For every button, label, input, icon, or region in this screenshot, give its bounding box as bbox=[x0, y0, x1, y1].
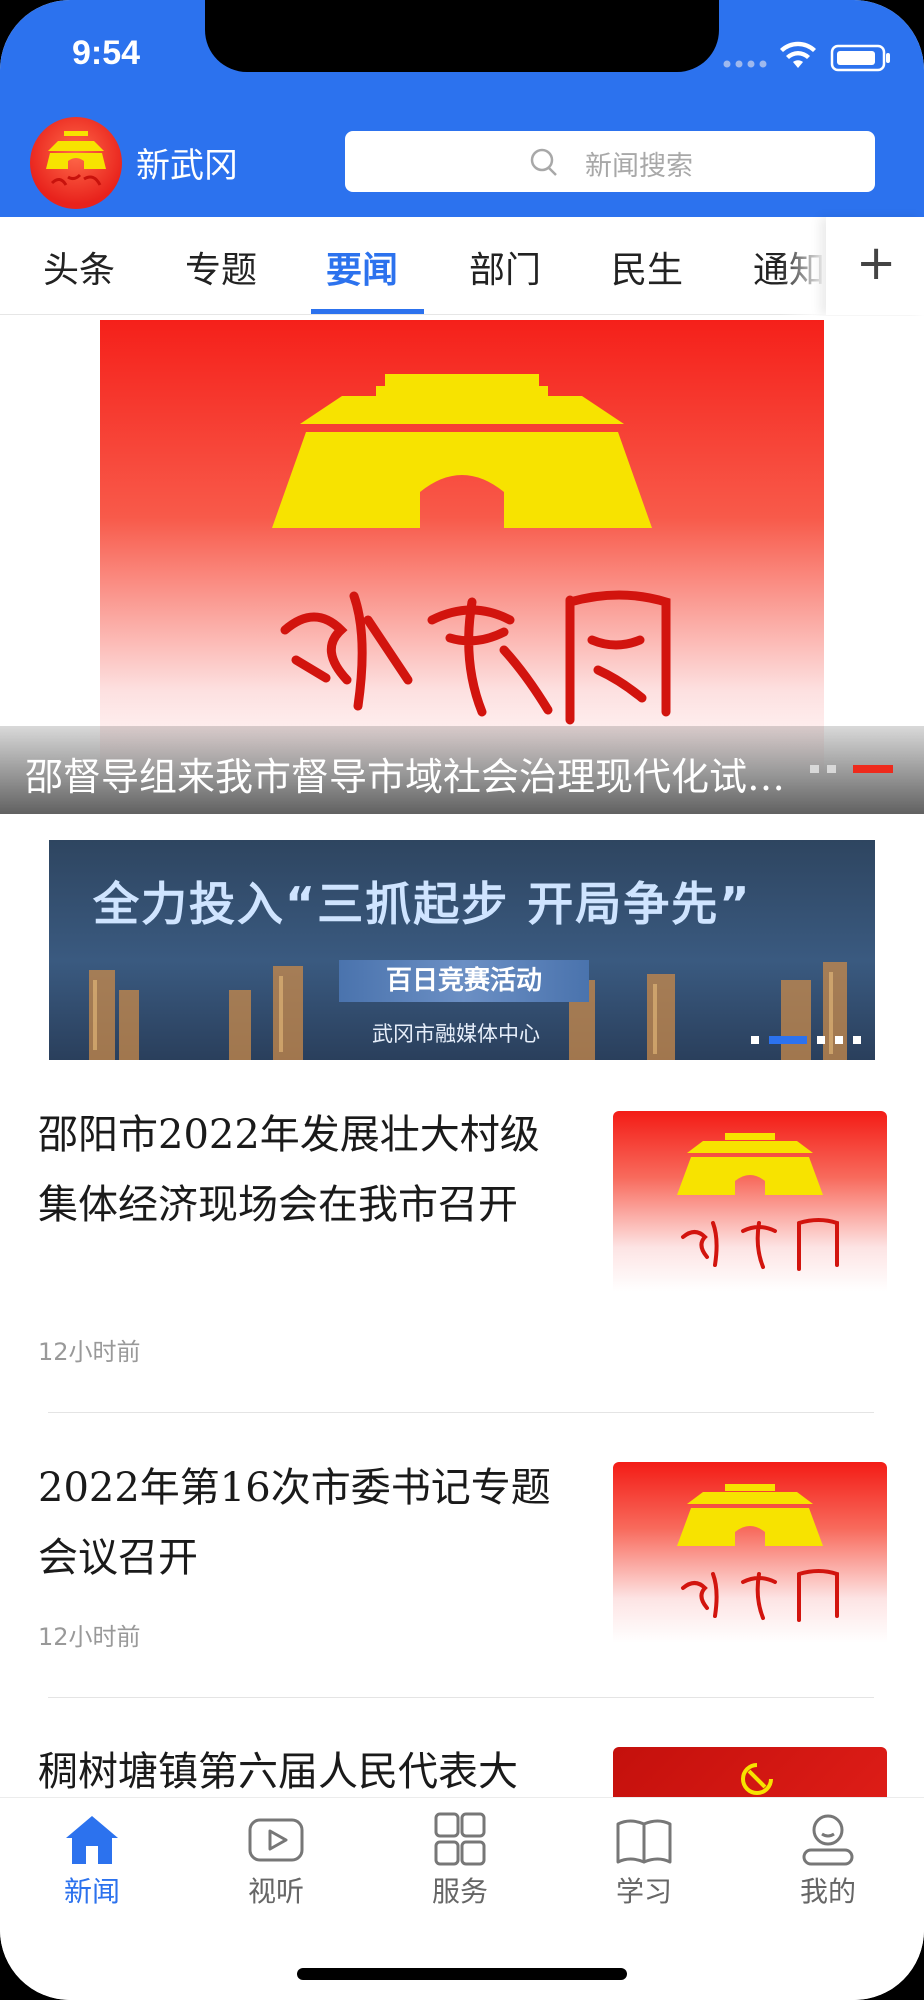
carousel-dot-active[interactable] bbox=[853, 765, 893, 773]
grid-icon bbox=[434, 1812, 486, 1866]
news-time: 12小时前 bbox=[38, 1623, 141, 1651]
promo-banner[interactable]: 全力投入“三抓起步 开局争先” 百日竞赛活动 武冈市融媒体中心 bbox=[49, 840, 875, 1060]
tab-headlines[interactable]: 头条 bbox=[43, 241, 115, 293]
banner-source: 武冈市融媒体中心 bbox=[372, 1022, 540, 1046]
search-icon bbox=[530, 148, 557, 176]
news-title[interactable]: 邵阳市2022年发展壮大村级集体经济现场会在我市召开 bbox=[38, 1100, 578, 1240]
nav-label: 我的 bbox=[799, 1875, 856, 1908]
app-logo[interactable] bbox=[30, 117, 122, 209]
app-screen: 9:54 新武冈 新闻搜索 头条 专题 要闻 部门 民生 + 邵督导组来我市督导… bbox=[0, 0, 924, 2000]
add-channel-button[interactable]: + bbox=[826, 217, 924, 315]
nav-label: 视听 bbox=[247, 1875, 304, 1908]
signal-icon bbox=[723, 60, 767, 68]
nav-mine[interactable]: 我的 bbox=[736, 1798, 920, 1918]
party-emblem-icon bbox=[741, 1763, 773, 1795]
nav-label: 新闻 bbox=[63, 1875, 120, 1908]
tab-fade bbox=[780, 217, 826, 315]
search-input[interactable]: 新闻搜索 bbox=[345, 131, 875, 192]
tab-news[interactable]: 要闻 bbox=[326, 241, 398, 293]
news-title[interactable]: 稠树塘镇第六届人民代表大 bbox=[38, 1737, 578, 1797]
news-title[interactable]: 2022年第16次市委书记专题会议召开 bbox=[38, 1453, 578, 1593]
nav-label: 学习 bbox=[615, 1875, 672, 1908]
gate-logo-icon bbox=[46, 131, 106, 186]
battery-icon bbox=[830, 44, 890, 72]
play-icon bbox=[248, 1818, 304, 1862]
profile-icon bbox=[802, 1814, 854, 1866]
banner-dot[interactable] bbox=[835, 1036, 843, 1044]
top-bar: 9:54 新武冈 新闻搜索 bbox=[0, 0, 924, 217]
divider bbox=[48, 1697, 874, 1698]
banner-dot[interactable] bbox=[853, 1036, 861, 1044]
carousel-dot[interactable] bbox=[827, 765, 836, 773]
divider bbox=[48, 1412, 874, 1413]
banner-subtitle: 百日竞赛活动 bbox=[339, 960, 589, 1002]
carousel-dot[interactable] bbox=[810, 765, 819, 773]
active-tab-indicator bbox=[311, 309, 424, 314]
nav-label: 服务 bbox=[431, 1875, 488, 1908]
news-item[interactable]: 稠树塘镇第六届人民代表大 bbox=[0, 1737, 924, 1797]
news-thumbnail[interactable] bbox=[613, 1462, 887, 1652]
gate-logo-icon bbox=[677, 1484, 839, 1622]
nav-news[interactable]: 新闻 bbox=[0, 1798, 184, 1918]
banner-dot[interactable] bbox=[817, 1036, 825, 1044]
status-time: 9:54 bbox=[72, 34, 141, 72]
news-item[interactable]: 2022年第16次市委书记专题会议召开 12小时前 bbox=[0, 1453, 924, 1697]
nav-media[interactable]: 视听 bbox=[184, 1798, 368, 1918]
nav-study[interactable]: 学习 bbox=[552, 1798, 736, 1918]
home-icon bbox=[66, 1816, 118, 1864]
status-icons bbox=[723, 41, 890, 72]
tab-livelihood[interactable]: 民生 bbox=[611, 241, 683, 293]
device-notch bbox=[205, 0, 719, 72]
news-item[interactable]: 邵阳市2022年发展壮大村级集体经济现场会在我市召开 12小时前 bbox=[0, 1100, 924, 1412]
gate-logo-icon bbox=[677, 1133, 839, 1271]
banner-headline: 全力投入“三抓起步 开局争先” bbox=[93, 877, 752, 931]
hero-carousel[interactable]: 邵督导组来我市督导市域社会治理现代化试点工作 bbox=[0, 316, 924, 814]
category-tabs: 头条 专题 要闻 部门 民生 通知 + bbox=[0, 217, 924, 315]
book-icon bbox=[616, 1819, 672, 1864]
tab-topics[interactable]: 专题 bbox=[185, 241, 257, 293]
banner-dot[interactable] bbox=[751, 1036, 759, 1044]
banner-dot-active[interactable] bbox=[769, 1036, 807, 1044]
home-indicator[interactable] bbox=[297, 1968, 627, 1980]
app-name: 新武冈 bbox=[136, 146, 238, 186]
tab-departments[interactable]: 部门 bbox=[469, 241, 541, 293]
nav-services[interactable]: 服务 bbox=[368, 1798, 552, 1918]
wifi-icon bbox=[780, 41, 816, 68]
news-thumbnail[interactable] bbox=[613, 1747, 887, 1797]
news-time: 12小时前 bbox=[38, 1338, 141, 1366]
news-thumbnail[interactable] bbox=[613, 1111, 887, 1301]
hero-caption[interactable]: 邵督导组来我市督导市域社会治理现代化试点工作 bbox=[25, 746, 790, 801]
plus-icon: + bbox=[856, 235, 897, 291]
search-placeholder: 新闻搜索 bbox=[585, 151, 693, 182]
